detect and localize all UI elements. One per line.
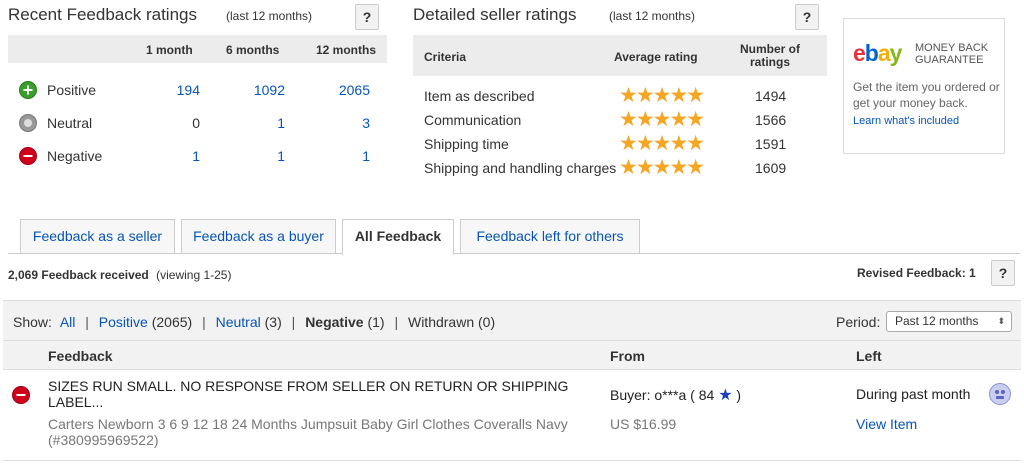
col-criteria: Criteria <box>424 50 467 64</box>
count-item-described: 1494 <box>755 88 787 104</box>
period-label: Period: <box>836 314 881 330</box>
neutral-icon <box>19 114 37 132</box>
show-label: Show: <box>13 314 52 330</box>
filter-withdrawn: Withdrawn <box>407 314 475 330</box>
filter-negative-count: (1) <box>367 314 385 330</box>
badge-line-2: GUARANTEE <box>915 54 984 66</box>
feedback-count: 2,069 Feedback received (viewing 1-25) <box>8 268 231 282</box>
detailed-help-button[interactable]: ? <box>795 4 819 30</box>
feedback-comment: SIZES RUN SMALL. NO RESPONSE FROM SELLER… <box>48 378 569 410</box>
col-1-month: 1 month <box>146 43 193 57</box>
stars-shipping-time: ★★★★★ <box>619 132 705 155</box>
recent-title: Recent Feedback ratings <box>8 5 197 24</box>
tabs-baseline <box>8 253 1020 254</box>
recent-help-button[interactable]: ? <box>355 4 379 30</box>
neutral-12-months[interactable]: 3 <box>330 115 370 131</box>
guarantee-badge: MONEY BACK GUARANTEE <box>915 42 988 66</box>
filter-positive-count: (2065) <box>151 314 193 330</box>
view-item-link[interactable]: View Item <box>856 416 917 432</box>
criteria-shipping-charges: Shipping and handling charges <box>424 160 617 176</box>
criteria-shipping-time: Shipping time <box>424 136 509 152</box>
neutral-1-month: 0 <box>192 115 200 131</box>
period-value: Past 12 months <box>895 314 979 328</box>
col-6-months: 6 months <box>226 43 280 57</box>
count-communication: 1566 <box>755 112 787 128</box>
filter-neutral[interactable]: Neutral <box>216 314 261 330</box>
filter-all[interactable]: All <box>60 314 76 330</box>
filter-positive[interactable]: Positive <box>99 314 148 330</box>
detailed-subtitle: (last 12 months) <box>609 9 696 23</box>
positive-icon <box>19 81 37 99</box>
viewing-range: (viewing 1-25) <box>156 268 232 282</box>
buyer-close: ) <box>736 387 742 403</box>
guarantee-text: Get the item you ordered or get your mon… <box>853 80 1000 110</box>
neutral-6-months[interactable]: 1 <box>240 115 285 131</box>
negative-12-months[interactable]: 1 <box>330 148 370 164</box>
detailed-title: Detailed seller ratings <box>413 5 577 24</box>
stars-communication: ★★★★★ <box>619 108 705 131</box>
money-back-guarantee-box: ebay MONEY BACK GUARANTEE Get the item y… <box>843 18 1005 154</box>
header-left: Left <box>856 348 882 364</box>
item-title: Carters Newborn 3 6 9 12 18 24 Months Ju… <box>48 416 568 448</box>
positive-1-month[interactable]: 194 <box>160 82 200 98</box>
feedback-from: Buyer: o***a ( 84 ★ ) <box>610 385 741 405</box>
neutral-label: Neutral <box>47 115 93 131</box>
period-select[interactable]: Past 12 months ⬍ <box>886 311 1012 332</box>
filter-neutral-count: (3) <box>264 314 282 330</box>
blue-star-icon: ★ <box>718 387 733 404</box>
feedback-left-time: During past month <box>856 386 971 402</box>
reply-badge-icon[interactable] <box>989 383 1011 405</box>
header-feedback: Feedback <box>48 348 113 364</box>
recent-subtitle: (last 12 months) <box>226 9 313 23</box>
revised-feedback: Revised Feedback: 1 <box>857 266 976 280</box>
row-divider <box>3 460 1021 461</box>
tab-all-feedback[interactable]: All Feedback <box>342 219 454 255</box>
summary-help-button[interactable]: ? <box>991 260 1015 286</box>
negative-label: Negative <box>47 148 103 164</box>
tab-feedback-as-seller[interactable]: Feedback as a seller <box>20 219 175 253</box>
col-number-of-ratings: Number of ratings <box>740 42 800 69</box>
header-from: From <box>610 348 645 364</box>
filter-negative[interactable]: Negative <box>305 314 363 330</box>
stars-item-described: ★★★★★ <box>619 84 705 107</box>
item-price: US $16.99 <box>610 416 677 432</box>
count-shipping-charges: 1609 <box>755 160 787 176</box>
buyer-name[interactable]: Buyer: o***a ( 84 <box>610 387 714 403</box>
negative-icon <box>19 147 37 165</box>
learn-more-link[interactable]: Learn what's included <box>853 115 959 127</box>
criteria-communication: Communication <box>424 112 522 128</box>
badge-line-1: MONEY BACK <box>915 42 989 54</box>
criteria-item-described: Item as described <box>424 88 535 104</box>
show-filters: Show: All | Positive (2065) | Neutral (3… <box>13 314 496 330</box>
tab-feedback-as-buyer[interactable]: Feedback as a buyer <box>181 219 336 253</box>
negative-feedback-icon <box>12 386 30 404</box>
positive-label: Positive <box>47 82 97 98</box>
negative-6-months[interactable]: 1 <box>240 148 285 164</box>
feedback-count-text: 2,069 Feedback received <box>8 268 149 282</box>
select-arrows-icon: ⬍ <box>997 316 1005 326</box>
stars-shipping-charges: ★★★★★ <box>619 156 705 179</box>
positive-12-months[interactable]: 2065 <box>330 82 370 98</box>
col-average-rating: Average rating <box>614 50 698 64</box>
ebay-logo: ebay <box>853 40 902 66</box>
positive-6-months[interactable]: 1092 <box>240 82 285 98</box>
count-shipping-time: 1591 <box>755 136 787 152</box>
filter-withdrawn-count: (0) <box>478 314 496 330</box>
tab-feedback-left-for-others[interactable]: Feedback left for others <box>460 219 640 253</box>
col-12-months: 12 months <box>316 43 377 57</box>
negative-1-month[interactable]: 1 <box>160 148 200 164</box>
